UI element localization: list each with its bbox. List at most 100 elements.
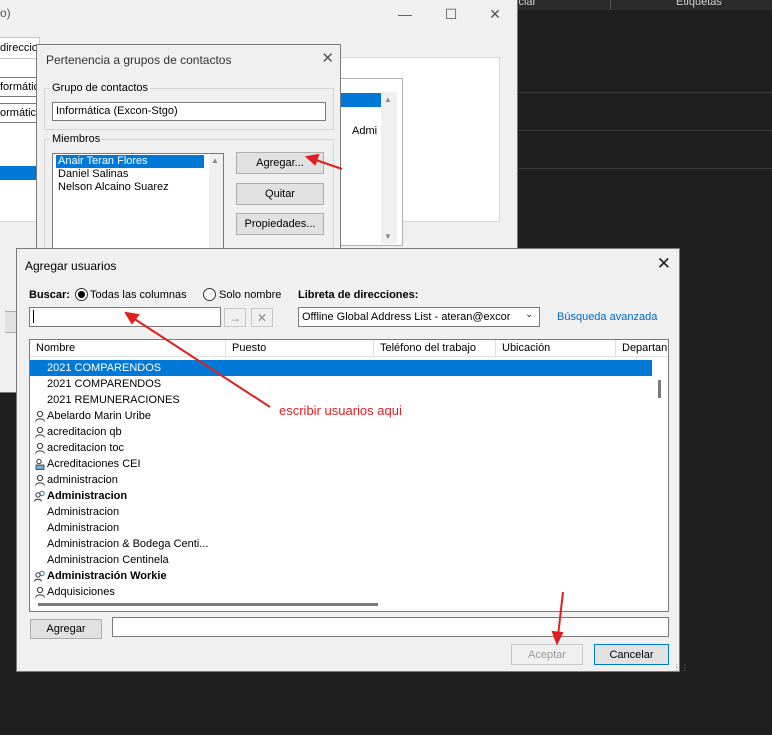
- vertical-scroll-thumb[interactable]: [658, 380, 661, 398]
- list-item[interactable]: Administracion Centinela: [30, 552, 652, 568]
- column-location[interactable]: Ubicación: [496, 340, 616, 357]
- address-book-value: Offline Global Address List - ateran@exc…: [302, 311, 511, 323]
- list-item-name: Abelardo Marin Uribe: [47, 410, 151, 422]
- close-button[interactable]: ✕: [472, 0, 518, 28]
- list-item-name: 2021 COMPARENDOS: [47, 362, 162, 374]
- add-users-dialog: Agregar usuarios ✕ Buscar: Todas las col…: [16, 248, 689, 672]
- scroll-up-icon[interactable]: ▲: [384, 95, 392, 104]
- text-caret: [33, 310, 34, 323]
- list-item[interactable]: 2021 COMPARENDOS: [30, 376, 652, 392]
- list-item[interactable]: acreditacion toc: [30, 440, 652, 456]
- group-icon: [34, 490, 46, 502]
- group-name-field[interactable]: Informática (Excon-Stgo): [52, 102, 326, 121]
- add-member-button[interactable]: Agregar...: [236, 152, 324, 174]
- remove-member-button[interactable]: Quitar: [236, 183, 324, 205]
- back-tab-label: direccio: [0, 42, 38, 54]
- go-arrow-icon[interactable]: →: [224, 308, 246, 327]
- back-list-selection[interactable]: [0, 166, 36, 180]
- bg-header-col-1: icial: [516, 0, 535, 8]
- clear-icon[interactable]: ✕: [251, 308, 273, 327]
- list-item-name: acreditacion qb: [47, 426, 122, 438]
- dialog-title: Agregar usuarios: [25, 259, 117, 273]
- column-title[interactable]: Puesto: [226, 340, 374, 357]
- user-list[interactable]: Nombre Puesto Teléfono del trabajo Ubica…: [29, 339, 669, 612]
- column-name[interactable]: Nombre: [30, 340, 226, 357]
- list-item[interactable]: Administracion: [30, 504, 652, 520]
- back-right-scrollbar[interactable]: ▲ ▼: [381, 92, 397, 244]
- member-item[interactable]: Daniel Salinas: [56, 168, 130, 181]
- user-icon: [34, 586, 46, 598]
- ok-button[interactable]: Aceptar: [511, 644, 583, 665]
- background-header: icial Etiquetas: [516, 0, 772, 10]
- column-department[interactable]: Departan: [616, 340, 668, 357]
- advanced-search-link[interactable]: Búsqueda avanzada: [557, 311, 657, 323]
- list-item[interactable]: Administracion: [30, 488, 652, 504]
- scroll-up-icon[interactable]: ▲: [211, 156, 219, 165]
- column-header: Nombre Puesto Teléfono del trabajo Ubica…: [30, 340, 668, 357]
- column-phone[interactable]: Teléfono del trabajo: [374, 340, 496, 357]
- search-label: Buscar:: [29, 289, 70, 301]
- bg-row-line: [516, 168, 772, 169]
- user-icon: [34, 442, 46, 454]
- list-item-name: acreditacion toc: [47, 442, 125, 454]
- properties-button[interactable]: Propiedades...: [236, 213, 324, 235]
- radio-name-only-label[interactable]: Solo nombre: [219, 289, 281, 301]
- user-icon: [34, 410, 46, 422]
- list-item-name: Administracion Centinela: [47, 554, 169, 566]
- annotation-text: escribir usuarios aqui: [279, 403, 402, 418]
- list-item-name: 2021 REMUNERACIONES: [47, 394, 180, 406]
- address-book-select[interactable]: Offline Global Address List - ateran@exc…: [298, 307, 540, 327]
- list-item-name: administracion: [47, 474, 118, 486]
- radio-name-only[interactable]: [203, 288, 216, 301]
- horizontal-scroll-thumb[interactable]: [38, 603, 378, 606]
- scroll-down-icon[interactable]: ▼: [384, 232, 392, 241]
- close-icon[interactable]: ✕: [657, 254, 671, 274]
- window-title: o): [0, 6, 11, 20]
- list-item[interactable]: Administracion & Bodega Centi...: [30, 536, 652, 552]
- back-right-text: Admi: [352, 125, 378, 137]
- list-item[interactable]: administracion: [30, 472, 652, 488]
- member-item[interactable]: Nelson Alcaino Suarez: [56, 181, 171, 194]
- add-button[interactable]: Agregar: [30, 619, 102, 639]
- list-item[interactable]: acreditacion qb: [30, 424, 652, 440]
- user-icon: [34, 474, 46, 486]
- back-field-value: ormátic: [0, 107, 37, 119]
- selected-users-field[interactable]: [112, 617, 669, 637]
- members-box-label: Miembros: [50, 133, 103, 145]
- bg-row-line: [516, 92, 772, 93]
- radio-all-columns-label[interactable]: Todas las columnas: [90, 289, 187, 301]
- chevron-down-icon[interactable]: ⌄: [525, 309, 533, 320]
- list-item[interactable]: Administracion: [30, 520, 652, 536]
- members-scrollbar[interactable]: ▲: [209, 154, 223, 254]
- list-item-name: Administracion: [47, 490, 128, 502]
- bg-header-col-2: Etiquetas: [676, 0, 722, 8]
- back-field-value: formátic: [0, 81, 40, 93]
- close-icon[interactable]: ✕: [321, 49, 334, 67]
- list-item-name: Administracion: [47, 522, 120, 534]
- dialog-title: Pertenencia a grupos de contactos: [46, 53, 232, 67]
- group-box-label: Grupo de contactos: [50, 82, 151, 94]
- list-item[interactable]: Administración Workie: [30, 568, 652, 584]
- user-icon: [34, 426, 46, 438]
- search-input[interactable]: [29, 307, 221, 327]
- list-item-name: Administración Workie: [47, 570, 167, 582]
- minimize-button[interactable]: —: [382, 0, 428, 28]
- list-item-name: Acreditaciones CEI: [47, 458, 141, 470]
- back-right-selection[interactable]: [338, 93, 382, 107]
- address-book-label: Libreta de direcciones:: [298, 289, 419, 301]
- list-item[interactable]: Acreditaciones CEI: [30, 456, 652, 472]
- group-membership-dialog: Pertenencia a grupos de contactos ✕ Grup…: [36, 44, 341, 255]
- members-list[interactable]: Anair Teran Flores Daniel Salinas Nelson…: [52, 153, 224, 255]
- bg-row-line: [516, 130, 772, 131]
- list-item-name: 2021 COMPARENDOS: [47, 378, 162, 390]
- radio-all-columns[interactable]: [75, 288, 88, 301]
- group-name-value: Informática (Excon-Stgo): [56, 105, 178, 117]
- group-icon: [34, 570, 46, 582]
- cancel-button[interactable]: Cancelar: [594, 644, 669, 665]
- list-item-name: Administracion & Bodega Centi...: [47, 538, 209, 550]
- member-item[interactable]: Anair Teran Flores: [56, 155, 204, 168]
- bg-header-separator: [610, 0, 611, 10]
- maximize-button[interactable]: ☐: [428, 0, 474, 28]
- list-item[interactable]: 2021 COMPARENDOS: [30, 360, 652, 376]
- resize-grip-icon[interactable]: ⋮⋮: [673, 663, 689, 672]
